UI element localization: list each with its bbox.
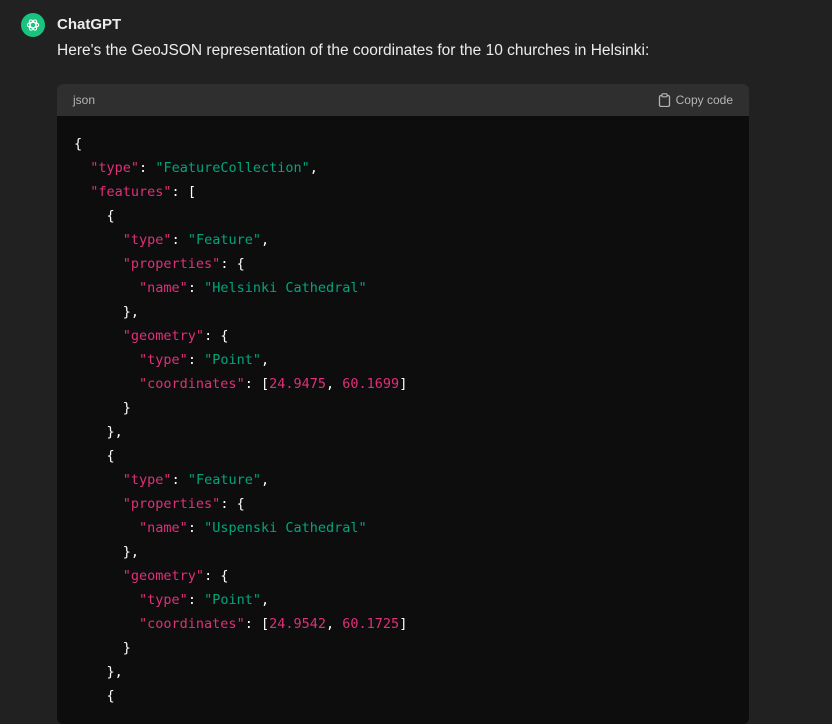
clipboard-icon [658,93,670,107]
code-line: "type": "Feature", [122,472,270,488]
copy-code-button[interactable]: Copy code [658,93,733,107]
code-language-label: json [73,93,96,107]
code-line: "coordinates": [24.9475, 60.1699] [139,376,408,392]
code-line: { [74,688,115,704]
code-line: "geometry": { [122,568,229,584]
code-line: { [74,448,115,464]
code-line: "geometry": { [122,328,229,344]
code-line: "type": "Feature", [122,232,270,248]
message-intro-text: Here's the GeoJSON representation of the… [57,42,650,59]
code-line: }, [74,304,140,320]
copy-code-label: Copy code [675,93,733,107]
code-line: "features": [ [90,184,196,200]
code-line: }, [74,664,123,680]
code-line: "properties": { [122,256,245,272]
code-line: "properties": { [122,496,245,512]
openai-logo-icon [26,19,40,31]
message-author: ChatGPT [57,16,122,33]
code-line: } [74,400,131,416]
code-block-header: json Copy code [57,84,749,116]
code-line: { [74,136,83,152]
code-line: }, [74,544,140,560]
code-line: "type": "FeatureCollection", [90,160,318,176]
code-line: } [74,640,131,656]
code-line: "type": "Point", [139,352,270,368]
code-line: "name": "Helsinki Cathedral" [139,280,367,296]
code-line: { [74,208,115,224]
code-line: }, [74,424,123,440]
code-line: "type": "Point", [139,592,270,608]
assistant-avatar [21,13,45,37]
code-line: "name": "Uspenski Cathedral" [139,520,367,536]
code-line: "coordinates": [24.9542, 60.1725] [139,616,408,632]
code-block: json Copy code { "type": "FeatureCollect… [57,84,749,724]
code-content: { "type": "FeatureCollection", "features… [57,116,749,708]
